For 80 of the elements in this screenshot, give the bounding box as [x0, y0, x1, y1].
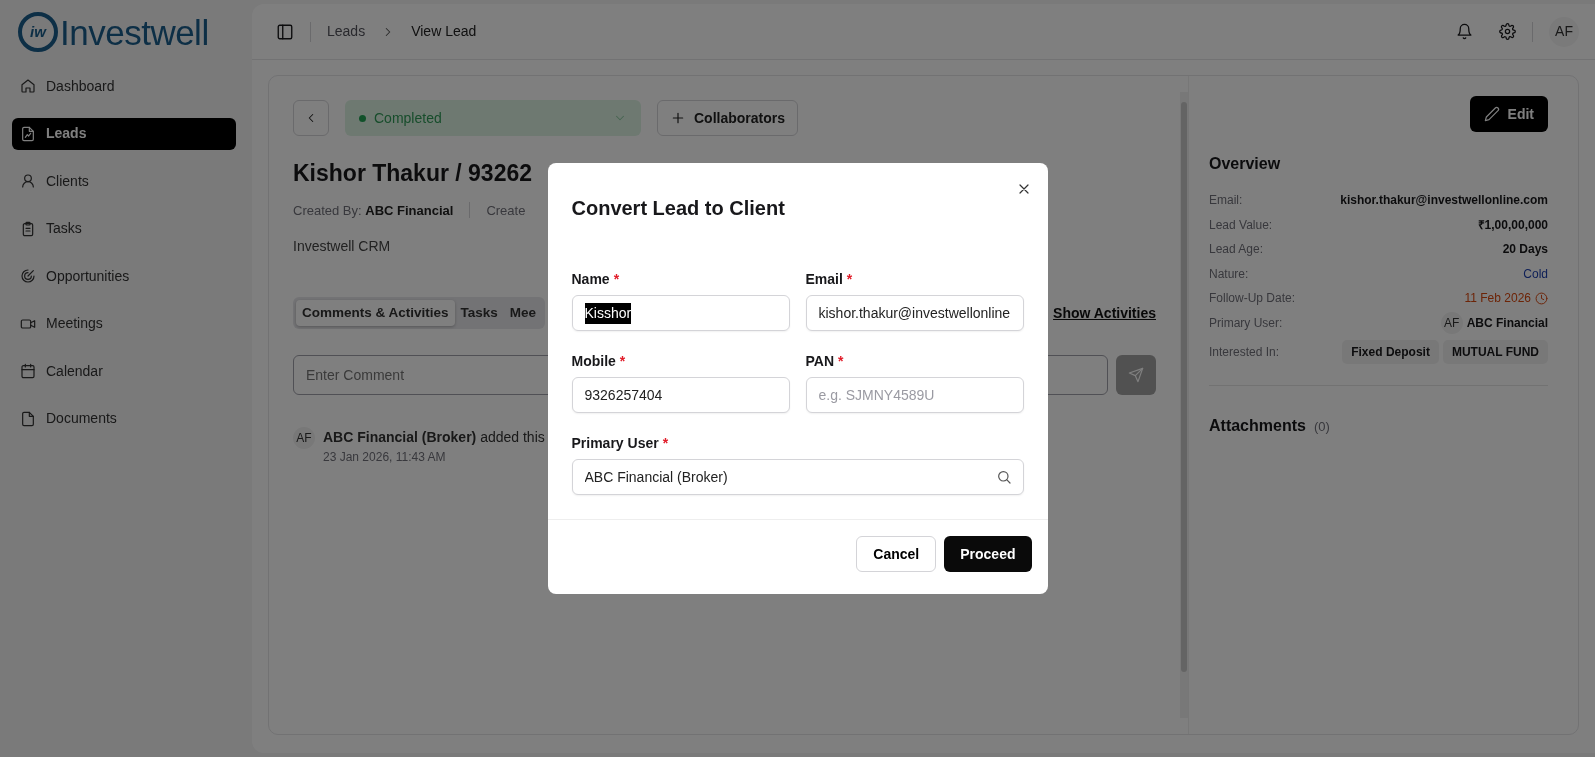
- cancel-button[interactable]: Cancel: [856, 536, 937, 572]
- field-label: Primary User: [571, 435, 659, 451]
- sidebar-item[interactable]: Opportunities: [12, 260, 236, 292]
- field-value: 20 Days: [1502, 241, 1548, 259]
- required-mark: *: [662, 435, 669, 451]
- proceed-button[interactable]: Proceed: [944, 536, 1032, 572]
- field-label: Lead Age:: [1209, 241, 1264, 259]
- field-label: Nature:: [1209, 265, 1249, 283]
- field-label: Primary User:: [1209, 314, 1283, 332]
- breadcrumb-current: View Lead: [411, 22, 477, 41]
- field-label: Email:: [1209, 192, 1243, 210]
- input-field[interactable]: kishor.thakur@investwellonline: [805, 295, 1024, 331]
- sidebar-toggle-icon[interactable]: [276, 22, 294, 41]
- breadcrumb-link[interactable]: Leads: [327, 21, 366, 42]
- sidebar-item[interactable]: Clients: [12, 165, 236, 197]
- field-value: ₹1,00,00,000: [1477, 216, 1548, 234]
- required-mark: *: [838, 353, 844, 369]
- user-icon: [20, 173, 36, 189]
- clipboard-icon: [20, 220, 36, 237]
- status-dot: [359, 114, 366, 122]
- settings-icon[interactable]: [1499, 23, 1516, 40]
- sidebar-item[interactable]: Meetings: [12, 307, 236, 340]
- field-label: Name: [571, 271, 610, 287]
- sidebar-item[interactable]: Documents: [12, 402, 236, 435]
- sidebar-item[interactable]: Calendar: [12, 355, 236, 387]
- plus-icon: [670, 110, 686, 126]
- required-mark: *: [613, 271, 620, 287]
- show-activities-link[interactable]: Show Activities: [1053, 302, 1156, 324]
- pencil-icon: [1483, 106, 1500, 122]
- tab[interactable]: Mee: [503, 300, 543, 327]
- tab[interactable]: Tasks: [454, 300, 504, 327]
- status-dropdown[interactable]: Completed: [345, 100, 641, 136]
- field-label: Lead Value:: [1209, 216, 1273, 234]
- user-avatar: AF: [1440, 311, 1463, 334]
- tag: Fixed Deposit: [1342, 340, 1439, 364]
- sidebar-item[interactable]: Leads: [12, 117, 236, 150]
- bell-icon[interactable]: [1456, 23, 1473, 40]
- search-field[interactable]: ABC Financial (Broker): [571, 459, 1024, 495]
- document-chart-icon: [20, 125, 36, 142]
- input-field[interactable]: 9326257404: [571, 377, 790, 413]
- section-title: Attachments: [1209, 416, 1306, 436]
- calendar-icon: [20, 363, 36, 379]
- home-icon: [20, 78, 36, 94]
- required-mark: *: [846, 271, 853, 287]
- tag: MUTUAL FUND: [1442, 340, 1548, 364]
- collaborators-button[interactable]: Collaborators: [657, 100, 798, 136]
- sidebar-item[interactable]: Dashboard: [12, 70, 236, 102]
- target-icon: [20, 268, 36, 284]
- scrollbar[interactable]: [1180, 92, 1188, 718]
- user-avatar[interactable]: AF: [1549, 16, 1579, 47]
- activity-text: ABC Financial (Broker) added this: [323, 428, 545, 448]
- edit-button[interactable]: Edit: [1469, 96, 1548, 132]
- send-icon: [1128, 367, 1144, 384]
- clock-icon: [1535, 291, 1548, 305]
- field-label: Mobile: [571, 353, 616, 369]
- dialog-title: Convert Lead to Client: [571, 196, 785, 221]
- logo: iw Investwell: [12, 8, 236, 70]
- company-text: Investwell CRM: [293, 237, 392, 256]
- created-by-text: Created By: ABC Financial: [293, 201, 454, 220]
- field-label: Email: [805, 271, 843, 287]
- attachment-count: (0): [1313, 418, 1330, 436]
- field-value: ABC Financial: [1466, 314, 1548, 332]
- section-title: Overview: [1209, 154, 1282, 174]
- field-value: kishor.thakur@investwellonline.com: [1340, 192, 1548, 210]
- date-value: 11 Feb 2026: [1464, 290, 1531, 308]
- field-label: PAN: [805, 353, 835, 369]
- input-field[interactable]: Kisshor: [571, 295, 790, 331]
- created-text: Create: [486, 201, 526, 220]
- document-icon: [20, 410, 36, 427]
- sidebar-item[interactable]: Tasks: [12, 212, 236, 245]
- tab[interactable]: Comments & Activities: [296, 300, 455, 327]
- search-icon: [995, 469, 1012, 485]
- user-avatar: AF: [293, 427, 315, 450]
- activity-time: 23 Jan 2026, 11:43 AM: [323, 449, 447, 467]
- input-field[interactable]: e.g. SJMNY4589U: [805, 377, 1024, 413]
- required-mark: *: [619, 353, 626, 369]
- lead-title: Kishor Thakur / 93262: [293, 159, 533, 188]
- field-label: Follow-Up Date:: [1209, 290, 1296, 308]
- field-value: Cold: [1523, 265, 1548, 283]
- field-label: Interested In:: [1209, 344, 1280, 361]
